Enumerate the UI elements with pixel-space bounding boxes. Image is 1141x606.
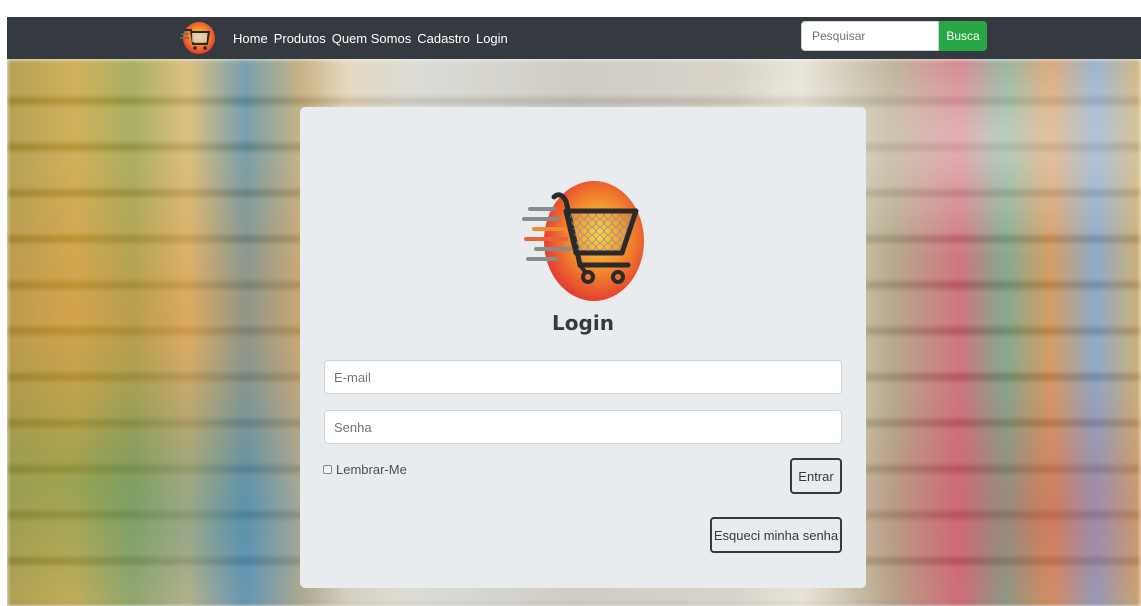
email-field[interactable] — [324, 360, 842, 394]
nav-link-cadastro[interactable]: Cadastro — [417, 31, 470, 46]
nav-link-home[interactable]: Home — [233, 31, 268, 46]
remember-checkbox[interactable] — [323, 465, 332, 474]
remember-label: Lembrar-Me — [336, 462, 407, 477]
shopping-cart-logo-icon[interactable] — [179, 20, 215, 56]
navbar: Home Produtos Quem Somos Cadastro Login … — [7, 17, 1141, 59]
nav-links: Home Produtos Quem Somos Cadastro Login — [233, 17, 514, 59]
remember-me[interactable]: Lembrar-Me — [323, 462, 407, 477]
nav-link-quem-somos[interactable]: Quem Somos — [332, 31, 411, 46]
forgot-password-button[interactable]: Esqueci minha senha — [710, 517, 842, 553]
password-field[interactable] — [324, 410, 842, 444]
login-title: Login — [552, 311, 614, 335]
browser-viewport: Home Produtos Quem Somos Cadastro Login … — [7, 17, 1141, 606]
shopping-cart-logo-icon — [522, 181, 644, 301]
search-button[interactable]: Busca — [939, 21, 987, 51]
login-card: Login Lembrar-Me Entrar Esqueci minha se… — [300, 107, 866, 588]
nav-link-produtos[interactable]: Produtos — [274, 31, 326, 46]
nav-link-login[interactable]: Login — [476, 31, 508, 46]
search-input[interactable] — [801, 21, 939, 51]
login-submit-button[interactable]: Entrar — [790, 458, 842, 494]
